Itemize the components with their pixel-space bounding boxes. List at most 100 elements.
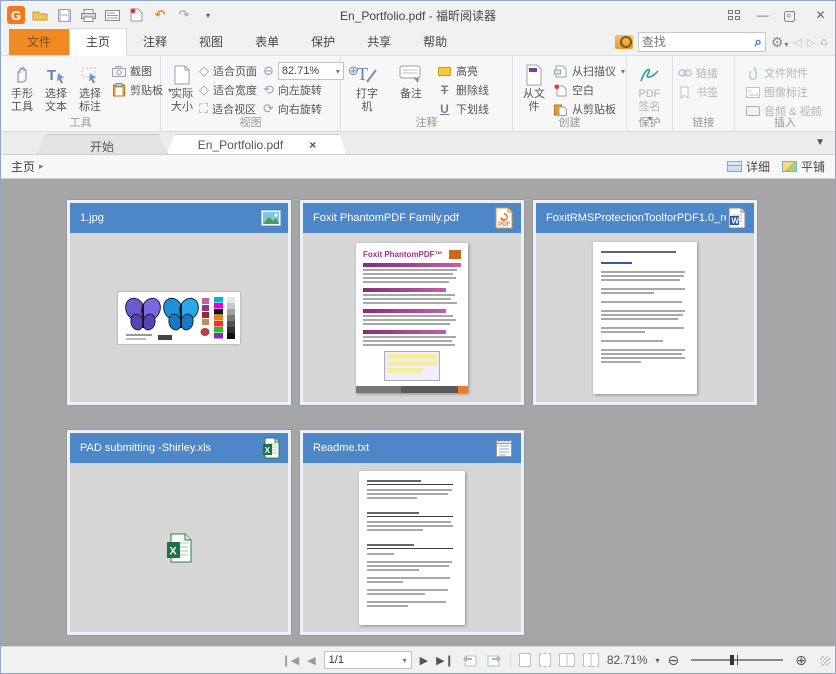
collapse-ribbon-icon[interactable]: ⌂ — [820, 36, 827, 48]
tab-comment[interactable]: 注释 — [127, 29, 183, 55]
card-header[interactable]: 1.jpg — [70, 203, 288, 233]
svg-text:X: X — [265, 446, 271, 455]
tab-file[interactable]: 文件 — [9, 29, 69, 55]
bookmark-button[interactable]: 书签 — [677, 84, 718, 100]
card-preview[interactable]: Foxit PhantomPDF™ — [303, 233, 521, 402]
group-create: 从文件 从扫描仪 ▾ 空白 — [513, 56, 627, 131]
zoom-out-ribbon-icon[interactable]: ⊖ — [263, 63, 274, 79]
gear-icon[interactable]: ⚙▾ — [771, 34, 789, 51]
search-magnifier-icon[interactable]: ⌕ — [755, 34, 762, 50]
detail-view-button[interactable]: 详细 — [727, 158, 770, 175]
zoom-slider[interactable] — [691, 659, 783, 661]
qat-more-icon[interactable]: ▾ — [199, 6, 217, 24]
zoom-slider-thumb[interactable] — [730, 655, 734, 665]
undo-icon[interactable]: ↶ — [151, 6, 169, 24]
detail-view-icon — [727, 161, 742, 172]
select-text-button[interactable]: T 选择文本 — [40, 60, 72, 114]
highlight-button[interactable]: 高亮 — [437, 63, 489, 79]
ribbon-options-arrow-icon[interactable]: ▼ — [815, 137, 825, 148]
tab-share[interactable]: 共享 — [351, 29, 407, 55]
doc-tab-close-icon[interactable]: × — [309, 138, 316, 152]
tab-protect[interactable]: 保护 — [295, 29, 351, 55]
minimize-button[interactable]: — — [748, 4, 777, 26]
file-attachment-button[interactable]: 文件附件 — [745, 65, 821, 81]
resize-grip[interactable] — [817, 653, 831, 667]
zoom-out-button[interactable]: ⊖ — [668, 652, 680, 669]
page-combo-dropdown-arrow[interactable]: ▾ — [403, 656, 407, 665]
typewriter-button[interactable]: T 打字机 — [346, 60, 388, 114]
tile-view-button[interactable]: 平铺 — [782, 158, 825, 175]
zoom-dropdown-arrow[interactable]: ▾ — [656, 656, 660, 665]
search-zone: ⌕ ⚙▾ ◁ ▷ ⌂ — [615, 32, 827, 52]
tab-thumbnails-button[interactable] — [719, 4, 748, 26]
new-document-icon[interactable] — [127, 6, 145, 24]
card-header[interactable]: Foxit PhantomPDF Family.pdf PDF — [303, 203, 521, 233]
search-folder-icon[interactable] — [615, 35, 633, 49]
from-scanner-dropdown-arrow[interactable]: ▾ — [621, 67, 625, 76]
card-header[interactable]: FoxitRMSProtectionToolforPDF1.0_rea W — [536, 203, 754, 233]
tab-help[interactable]: 帮助 — [407, 29, 463, 55]
tab-view[interactable]: 视图 — [183, 29, 239, 55]
previous-view-button[interactable] — [462, 653, 478, 667]
link-label: 链接 — [696, 65, 718, 81]
print-icon[interactable] — [79, 6, 97, 24]
card-preview[interactable] — [70, 233, 288, 402]
foxit-logo-icon[interactable]: G — [7, 6, 25, 24]
facing-layout-button[interactable] — [559, 653, 575, 667]
save-icon[interactable] — [55, 6, 73, 24]
breadcrumb-home-label[interactable]: 主页 — [11, 158, 35, 175]
statusbar-zoom-value[interactable]: 82.71% — [607, 653, 648, 667]
zoom-combo-dropdown-arrow[interactable]: ▾ — [336, 67, 340, 76]
strikeout-button[interactable]: T 删除线 — [437, 82, 489, 98]
card-preview[interactable] — [303, 463, 521, 632]
close-button[interactable]: ✕ — [806, 4, 835, 26]
create-from-file-button[interactable]: 从文件 — [518, 60, 550, 114]
portfolio-item-1jpg[interactable]: 1.jpg — [67, 200, 291, 405]
select-annotation-button[interactable]: 选择标注 — [74, 60, 106, 114]
card-preview[interactable]: X — [70, 463, 288, 632]
card-header[interactable]: Readme.txt — [303, 433, 521, 463]
next-view-button[interactable] — [486, 653, 502, 667]
search-input[interactable] — [642, 35, 755, 49]
image-annotation-button[interactable]: 图像标注 — [745, 84, 821, 100]
fit-page-button[interactable]: ◇ 适合页面 — [199, 63, 257, 79]
create-from-scanner-button[interactable]: 从扫描仪 ▾ — [553, 63, 625, 79]
next-page-button[interactable]: ▶ — [420, 654, 428, 667]
actual-size-button[interactable]: 实际大小 — [166, 60, 198, 114]
doc-tab-portfolio[interactable]: En_Portfolio.pdf × — [167, 134, 347, 154]
strikeout-icon: T — [437, 83, 452, 98]
note-button[interactable]: 备注 — [390, 60, 432, 101]
open-file-icon[interactable] — [31, 6, 49, 24]
card-header[interactable]: PAD submitting -Shirley.xls X — [70, 433, 288, 463]
search-prev-icon[interactable]: ◁ — [793, 36, 801, 49]
email-icon[interactable] — [103, 6, 121, 24]
continuous-facing-layout-button[interactable] — [583, 653, 599, 667]
fit-page-icon: ◇ — [199, 63, 209, 79]
card-preview[interactable] — [536, 233, 754, 402]
single-page-layout-button[interactable] — [519, 653, 531, 667]
tab-home[interactable]: 主页 — [69, 28, 127, 56]
portfolio-item-pad-xls[interactable]: PAD submitting -Shirley.xls X X — [67, 430, 291, 635]
doc-tab-start[interactable]: 开始 — [37, 134, 167, 154]
hand-tool-button[interactable]: 手形工具 — [6, 60, 38, 114]
fit-width-button[interactable]: ◇ 适合宽度 — [199, 82, 257, 98]
first-page-button[interactable]: ❙◀ — [282, 654, 300, 667]
redo-icon[interactable]: ↷ — [175, 6, 193, 24]
restore-button[interactable]: ▫▢ — [777, 4, 806, 26]
breadcrumb[interactable]: 主页 ▸ — [11, 158, 44, 175]
portfolio-item-readme-txt[interactable]: Readme.txt — [300, 430, 524, 635]
last-page-button[interactable]: ▶❙ — [436, 654, 454, 667]
search-next-icon[interactable]: ▷ — [807, 36, 815, 49]
create-blank-button[interactable]: 空白 — [553, 82, 625, 98]
zoom-level-combo[interactable]: 82.71% ▾ — [278, 62, 344, 80]
previous-page-button[interactable]: ◀ — [307, 654, 315, 667]
tab-form[interactable]: 表单 — [239, 29, 295, 55]
zoom-in-button[interactable]: ⊕ — [795, 652, 807, 669]
search-box[interactable]: ⌕ — [638, 32, 766, 52]
from-file-label: 从文件 — [518, 88, 550, 114]
portfolio-item-rms-readme[interactable]: FoxitRMSProtectionToolforPDF1.0_rea W — [533, 200, 757, 405]
link-button[interactable]: 链接 — [677, 65, 718, 81]
page-number-combo[interactable]: 1/1 ▾ — [324, 651, 412, 669]
continuous-layout-button[interactable] — [539, 653, 551, 667]
portfolio-item-phantompdf[interactable]: Foxit PhantomPDF Family.pdf PDF Foxit Ph… — [300, 200, 524, 405]
